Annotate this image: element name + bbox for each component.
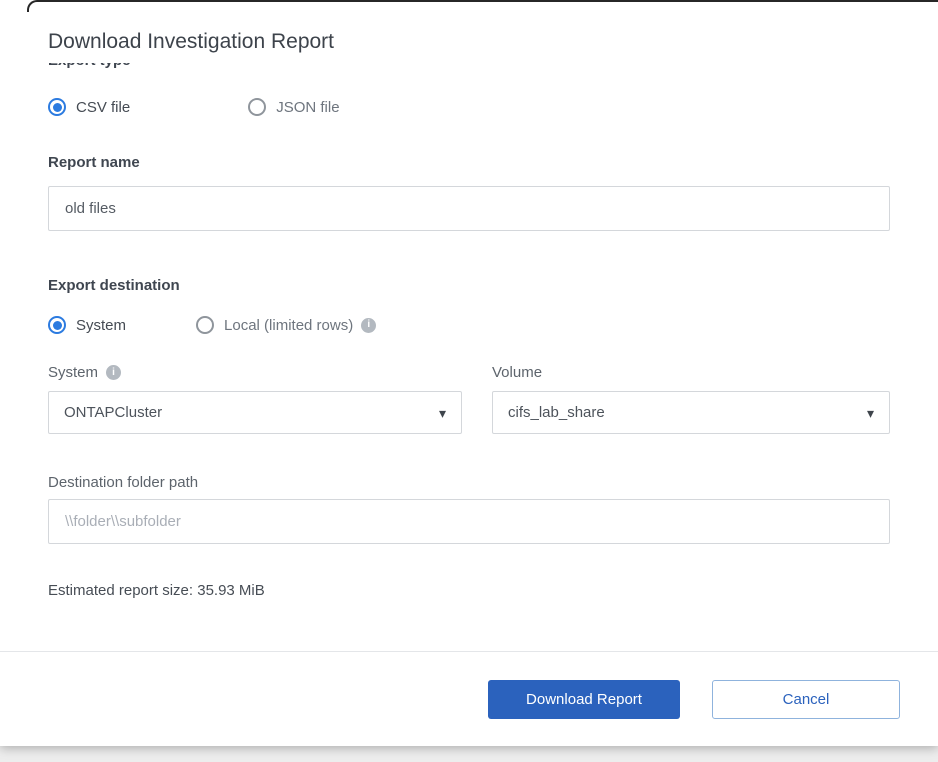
radio-unselected-icon [248,98,266,116]
clipped-export-type-section: Export type [48,63,890,72]
dialog-title: Download Investigation Report [48,0,890,54]
system-info-icon[interactable]: i [106,365,121,380]
export-destination-label: Export destination [48,277,890,294]
system-select[interactable]: ONTAPCluster ▾ [48,391,462,434]
radio-system-label: System [76,317,126,334]
radio-selected-icon [48,316,66,334]
radio-csv-file-label: CSV file [76,99,130,116]
radio-json-file-label: JSON file [276,99,339,116]
local-info-icon[interactable]: i [361,318,376,333]
report-name-label: Report name [48,154,890,171]
volume-select[interactable]: cifs_lab_share ▾ [492,391,890,434]
report-name-input[interactable] [48,186,890,231]
cancel-button[interactable]: Cancel [712,680,900,719]
volume-select-value: cifs_lab_share [508,404,605,421]
radio-json-file[interactable]: JSON file [248,98,339,116]
export-type-label: Export type [48,63,890,69]
radio-local[interactable]: Local (limited rows) i [196,316,376,334]
destination-path-input[interactable] [48,499,890,544]
system-label: System [48,364,98,381]
system-volume-row: System i ONTAPCluster ▾ Volume cifs_lab_… [48,364,890,434]
radio-group-export-destination: System Local (limited rows) i [48,316,890,334]
radio-group-report-type: CSV file JSON file [48,98,890,116]
dialog-footer: Download Report Cancel [0,651,938,746]
chevron-down-icon: ▾ [439,406,446,420]
radio-unselected-icon [196,316,214,334]
radio-csv-file[interactable]: CSV file [48,98,130,116]
volume-field-label-row: Volume [492,364,890,381]
radio-selected-icon [48,98,66,116]
destination-path-label: Destination folder path [48,474,890,491]
system-select-value: ONTAPCluster [64,404,162,421]
radio-system[interactable]: System [48,316,126,334]
download-report-button[interactable]: Download Report [488,680,680,719]
volume-label: Volume [492,364,542,381]
radio-local-label: Local (limited rows) [224,317,353,334]
system-field: System i ONTAPCluster ▾ [48,364,462,434]
system-field-label-row: System i [48,364,462,381]
volume-field: Volume cifs_lab_share ▾ [492,364,890,434]
estimated-size-text: Estimated report size: 35.93 MiB [48,582,890,599]
chevron-down-icon: ▾ [867,406,874,420]
download-report-dialog: Download Investigation Report Export typ… [0,0,938,746]
